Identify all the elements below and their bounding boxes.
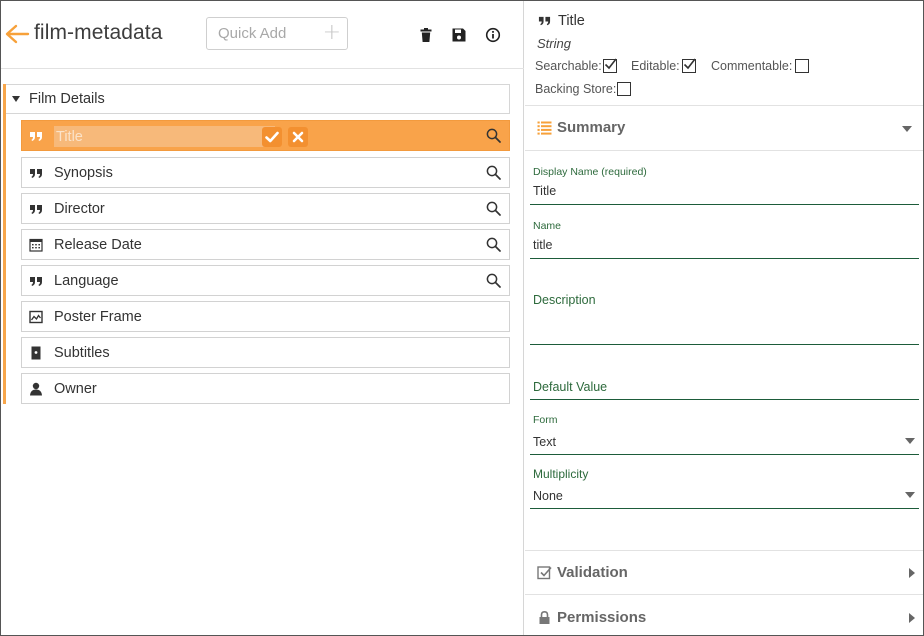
validation-section-header[interactable]: Validation (525, 550, 923, 595)
field-row-director[interactable]: Director (21, 193, 510, 224)
searchable-label: Searchable: (535, 59, 602, 73)
field-label: Synopsis (54, 165, 113, 181)
dropdown-arrow-icon[interactable] (905, 438, 915, 444)
group-accent-rail (3, 84, 6, 404)
default-value-field: Default Value (530, 377, 919, 400)
calendar-icon (29, 238, 43, 252)
summary-section-header[interactable]: Summary (525, 106, 923, 151)
name-label: Name (533, 220, 562, 232)
display-name-label: Display Name (required) (533, 166, 647, 178)
search-icon[interactable] (486, 237, 501, 252)
quick-add-box: + (206, 17, 348, 50)
chevron-right-icon[interactable] (909, 613, 915, 623)
name-input[interactable] (533, 238, 893, 252)
quote-icon (30, 169, 42, 178)
permissions-title: Permissions (557, 609, 647, 626)
form-label: Form (533, 414, 558, 426)
close-icon (292, 131, 304, 143)
multiplicity-select-value[interactable]: None (533, 489, 893, 503)
field-label: Owner (54, 381, 97, 397)
description-input[interactable] (533, 314, 893, 328)
property-type: String (537, 36, 571, 51)
search-icon[interactable] (486, 201, 501, 216)
save-icon[interactable] (451, 27, 467, 43)
field-row-owner[interactable]: Owner (21, 373, 510, 404)
multiplicity-select-field[interactable]: Multiplicity None (530, 464, 919, 509)
delete-icon[interactable] (418, 27, 434, 43)
description-field: Description (530, 288, 919, 345)
field-row-release-date[interactable]: Release Date (21, 229, 510, 260)
checkbox-checked-icon (537, 566, 552, 580)
caret-down-icon[interactable] (12, 96, 20, 102)
editable-label: Editable: (631, 59, 680, 73)
confirm-button[interactable] (262, 127, 282, 147)
form-select-value[interactable]: Text (533, 435, 893, 449)
multiplicity-label: Multiplicity (533, 467, 589, 481)
chevron-down-icon[interactable] (902, 126, 912, 132)
image-icon (29, 310, 43, 324)
group-header-film-details[interactable]: Film Details (6, 84, 510, 114)
field-row-synopsis[interactable]: Synopsis (21, 157, 510, 188)
commentable-label: Commentable: (711, 59, 793, 73)
cancel-button[interactable] (288, 127, 308, 147)
backing-store-label: Backing Store: (535, 82, 617, 96)
commentable-checkbox[interactable] (795, 59, 809, 73)
name-field: Name (530, 215, 919, 259)
backing-store-checkbox[interactable] (617, 82, 631, 96)
search-icon[interactable] (486, 128, 501, 143)
chevron-right-icon[interactable] (909, 568, 915, 578)
file-icon (31, 346, 41, 360)
dropdown-arrow-icon[interactable] (905, 492, 915, 498)
property-title: Title (558, 13, 585, 29)
quote-icon (30, 277, 42, 286)
quote-icon (30, 132, 42, 141)
field-row-poster-frame[interactable]: Poster Frame (21, 301, 510, 332)
field-name-edit-input[interactable] (54, 126, 275, 147)
validation-title: Validation (557, 564, 628, 581)
field-label: Subtitles (54, 345, 110, 361)
checkmark-icon (604, 58, 617, 70)
default-value-label: Default Value (533, 380, 608, 394)
search-icon[interactable] (486, 273, 501, 288)
list-icon (537, 121, 552, 135)
field-label: Language (54, 273, 119, 289)
checkmark-icon (683, 58, 696, 70)
quick-add-input[interactable] (208, 19, 320, 48)
app-title: film-metadata (34, 21, 163, 44)
properties-header: Title String Searchable: Editable: Comme… (525, 1, 923, 106)
field-tree-pane: film-metadata + (1, 1, 524, 635)
add-icon[interactable]: + (323, 22, 341, 44)
permissions-section-header[interactable]: Permissions (525, 596, 923, 635)
back-arrow-icon[interactable] (4, 23, 30, 45)
summary-title: Summary (557, 119, 626, 136)
check-icon (265, 131, 279, 143)
app-window: film-metadata + (0, 0, 924, 636)
properties-pane: Title String Searchable: Editable: Comme… (525, 1, 923, 635)
searchable-checkbox[interactable] (603, 58, 617, 73)
info-icon[interactable] (485, 27, 501, 43)
editable-checkbox[interactable] (682, 58, 696, 73)
quote-icon (30, 205, 42, 214)
user-icon (30, 382, 42, 396)
field-label: Director (54, 201, 105, 217)
field-row-subtitles[interactable]: Subtitles (21, 337, 510, 368)
description-label: Description (533, 293, 596, 307)
group-label: Film Details (29, 91, 105, 107)
field-label: Release Date (54, 237, 142, 253)
top-bar: film-metadata + (1, 1, 524, 69)
form-select-field[interactable]: Form Text (530, 411, 919, 455)
field-row-title[interactable] (21, 120, 510, 151)
quote-icon (538, 16, 551, 26)
field-label: Poster Frame (54, 309, 142, 325)
field-row-language[interactable]: Language (21, 265, 510, 296)
display-name-input[interactable] (533, 184, 893, 198)
search-icon[interactable] (486, 165, 501, 180)
lock-icon (539, 610, 550, 624)
display-name-field: Display Name (required) (530, 161, 919, 205)
